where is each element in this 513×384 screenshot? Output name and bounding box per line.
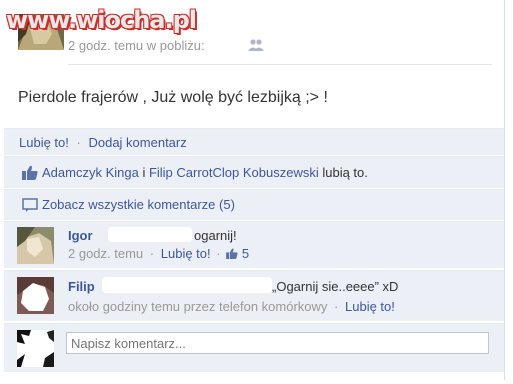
- post-meta: 2 godz. temu w pobliżu:: [68, 38, 205, 53]
- comment-item: Filip „Ogarnij sie..eeee” xD około godzi…: [4, 270, 504, 321]
- separator: ·: [216, 246, 221, 261]
- comment-like-count[interactable]: 5: [242, 246, 249, 261]
- likes-row: Adamczyk Kinga i Filip CarrotClop Kobusz…: [4, 156, 504, 188]
- liker-name-2[interactable]: Filip CarrotClop Kobuszewski: [149, 165, 319, 180]
- separator: ·: [334, 299, 339, 314]
- view-all-comments-row: Zobacz wszystkie komentarze (5): [4, 189, 504, 220]
- comment-input-row: [4, 323, 504, 372]
- likes-suffix: lubią to.: [318, 165, 368, 180]
- comment-text: ogarnij!: [194, 228, 237, 243]
- add-comment-button[interactable]: Dodaj komentarz: [88, 135, 186, 150]
- comment-time: około godziny temu przez telefon komórko…: [68, 299, 328, 314]
- post-actions-bar: Lubię to! · Dodaj komentarz: [4, 128, 504, 155]
- status-text: Pierdole frajerów , Już wolę być lezbijk…: [18, 89, 328, 106]
- liker-name-1[interactable]: Adamczyk Kinga: [42, 165, 139, 180]
- current-user-avatar: [17, 330, 54, 367]
- commenter-avatar[interactable]: [17, 227, 54, 264]
- divider: [68, 64, 492, 65]
- comment-author[interactable]: Filip: [68, 279, 95, 294]
- separator: ·: [76, 135, 81, 150]
- thumbs-up-icon: [22, 165, 38, 180]
- people-icon: [248, 39, 264, 51]
- likes-and: i: [138, 165, 149, 180]
- view-all-comments-link[interactable]: Zobacz wszystkie komentarze (5): [42, 197, 235, 212]
- redaction: [102, 277, 272, 293]
- comment-bubble-icon: [22, 198, 38, 212]
- commenter-avatar[interactable]: [17, 277, 54, 314]
- watermark-logo: www.wiocha.pl: [6, 6, 197, 34]
- thumbs-up-icon: [226, 248, 238, 259]
- comment-like-button[interactable]: Lubię to!: [161, 246, 211, 261]
- comment-author[interactable]: Igor: [68, 228, 93, 243]
- comment-input[interactable]: [66, 332, 489, 354]
- comment-like-button[interactable]: Lubię to!: [345, 299, 395, 314]
- comment-time: 2 godz. temu: [68, 246, 144, 261]
- comment-item: Igor ogarnij! 2 godz. temu · Lubię to! ·…: [4, 221, 504, 268]
- separator: ·: [149, 246, 155, 261]
- comment-text: „Ogarnij sie..eeee” xD: [272, 279, 399, 294]
- redaction: [108, 227, 192, 242]
- like-button[interactable]: Lubię to!: [19, 135, 69, 150]
